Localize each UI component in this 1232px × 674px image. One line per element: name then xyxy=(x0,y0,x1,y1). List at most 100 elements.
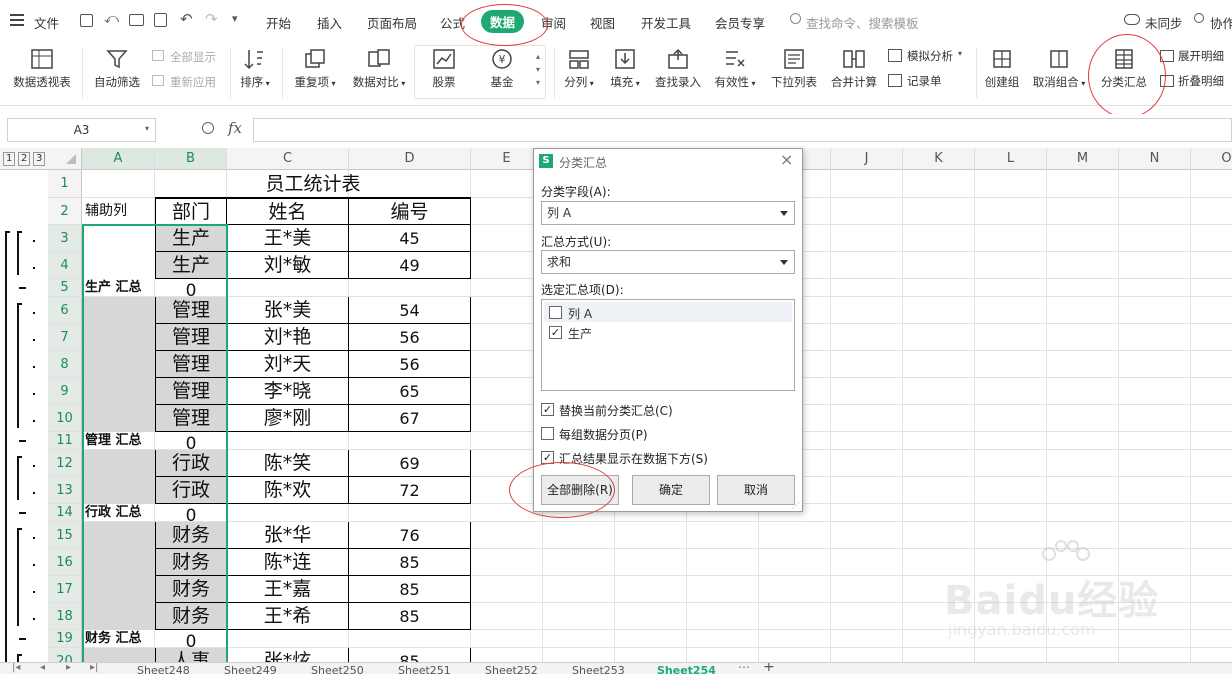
sheet-tab[interactable]: Sheet254 xyxy=(657,664,716,674)
name-cell[interactable]: 廖*刚 xyxy=(227,405,349,432)
name-cell[interactable]: 张*华 xyxy=(227,522,349,549)
row-header[interactable]: 10 xyxy=(48,405,82,432)
row-header[interactable]: 11 xyxy=(48,432,82,450)
record-form-button[interactable]: 记录单 xyxy=(907,73,942,89)
tab-0[interactable]: 开始 xyxy=(266,13,291,32)
fill-button[interactable]: 填充 ▾ xyxy=(606,48,644,90)
function-select[interactable]: 求和 xyxy=(541,250,795,274)
resize-grip-icon[interactable]: ⋰ xyxy=(792,501,800,510)
row-header[interactable]: 15 xyxy=(48,522,82,549)
column-header-j[interactable]: J xyxy=(831,148,903,170)
outline-level-3[interactable]: 3 xyxy=(33,152,46,166)
formula-input[interactable] xyxy=(253,118,1232,142)
sheet-tab[interactable]: Sheet250 xyxy=(311,664,364,674)
column-header-n[interactable]: N xyxy=(1119,148,1191,170)
redo-icon[interactable]: ↷ xyxy=(205,10,218,28)
name-cell[interactable]: 王*美 xyxy=(227,225,349,252)
expand-detail-button[interactable]: 展开明细 xyxy=(1178,48,1224,64)
validity-button[interactable]: 有效性 ▾ xyxy=(710,48,760,90)
next-sheet-icon[interactable]: ▸ xyxy=(66,663,71,673)
item-checkbox-production[interactable]: ✓ xyxy=(549,326,562,339)
id-cell[interactable]: 67 xyxy=(349,405,471,432)
sort-button[interactable]: 排序 ▾ xyxy=(236,48,274,90)
tab-7[interactable]: 开发工具 xyxy=(641,13,691,32)
search-command-input[interactable]: 查找命令、搜索模板 xyxy=(806,13,919,32)
row-header[interactable]: 2 xyxy=(48,198,82,225)
select-all-corner[interactable] xyxy=(48,148,82,170)
row-header[interactable]: 16 xyxy=(48,549,82,576)
column-header-c[interactable]: C xyxy=(227,148,349,170)
name-box[interactable]: A3 xyxy=(7,118,156,142)
sheet-tab[interactable]: Sheet249 xyxy=(224,664,277,674)
name-cell[interactable]: 张*美 xyxy=(227,297,349,324)
row-header[interactable]: 1 xyxy=(48,170,82,198)
row-header[interactable]: 20 xyxy=(48,648,82,662)
id-cell[interactable]: 85 xyxy=(349,576,471,603)
id-cell[interactable]: 65 xyxy=(349,378,471,405)
quick-access-dropdown-icon[interactable]: ▾ xyxy=(232,12,238,25)
name-cell[interactable]: 刘*敏 xyxy=(227,252,349,279)
name-cell[interactable]: 李*晓 xyxy=(227,378,349,405)
helper-column-header[interactable]: 辅助列 xyxy=(83,198,155,225)
row-header[interactable]: 3 xyxy=(48,225,82,252)
sync-status[interactable]: 未同步 xyxy=(1145,13,1183,32)
data-compare-button[interactable]: 数据对比 ▾ xyxy=(348,48,410,90)
outline-collapse-button[interactable] xyxy=(19,512,26,514)
more-sheets-icon[interactable]: ⋯ xyxy=(738,663,750,674)
row-header[interactable]: 12 xyxy=(48,450,82,477)
print-preview-icon[interactable] xyxy=(154,13,167,27)
undo-history-icon[interactable]: ⤺ xyxy=(104,11,119,27)
column-header-b[interactable]: B xyxy=(155,148,227,170)
row-header[interactable]: 4 xyxy=(48,252,82,279)
name-box-dropdown-icon[interactable]: ▾ xyxy=(145,124,149,133)
id-cell[interactable]: 69 xyxy=(349,450,471,477)
id-cell[interactable]: 54 xyxy=(349,297,471,324)
id-cell[interactable]: 45 xyxy=(349,225,471,252)
outline-level-1[interactable]: 1 xyxy=(3,152,16,166)
name-cell[interactable]: 王*嘉 xyxy=(227,576,349,603)
replace-current-checkbox[interactable]: ✓ xyxy=(541,403,554,416)
name-cell[interactable]: 陈*连 xyxy=(227,549,349,576)
name-cell[interactable]: 张*炫 xyxy=(227,648,349,662)
file-menu[interactable]: 文件 xyxy=(34,13,59,32)
column-header-a[interactable]: A xyxy=(82,148,155,170)
row-header[interactable]: 19 xyxy=(48,630,82,648)
tab-2[interactable]: 页面布局 xyxy=(367,13,417,32)
id-cell[interactable]: 85 xyxy=(349,603,471,630)
ungroup-button[interactable]: 取消组合 ▾ xyxy=(1030,48,1088,90)
row-header[interactable]: 7 xyxy=(48,324,82,351)
prev-sheet-icon[interactable]: ◂ xyxy=(40,663,45,673)
row-header[interactable]: 8 xyxy=(48,351,82,378)
id-cell[interactable]: 72 xyxy=(349,477,471,504)
collapse-detail-button[interactable]: 折叠明细 xyxy=(1178,73,1224,89)
column-header-o[interactable]: O xyxy=(1191,148,1232,170)
name-cell[interactable]: 刘*艳 xyxy=(227,324,349,351)
id-cell[interactable]: 76 xyxy=(349,522,471,549)
fx-icon[interactable]: fx xyxy=(228,119,242,137)
menu-icon[interactable] xyxy=(10,14,24,26)
show-all-button[interactable]: 全部显示 xyxy=(170,49,216,65)
group-by-select[interactable]: 列 A xyxy=(541,201,795,225)
subtotal-items-list[interactable]: 列 A ✓ 生产 xyxy=(541,299,795,391)
row-header[interactable]: 13 xyxy=(48,477,82,504)
sheet-tab[interactable]: Sheet248 xyxy=(137,664,190,674)
row-header[interactable]: 9 xyxy=(48,378,82,405)
dropdown-list-button[interactable]: 下拉列表 xyxy=(766,48,822,90)
cancel-button[interactable]: 取消 xyxy=(717,475,795,505)
stock-button[interactable]: 股票 xyxy=(420,48,468,90)
page-break-checkbox[interactable] xyxy=(541,427,554,440)
id-cell[interactable]: 85 xyxy=(349,549,471,576)
what-if-analysis-button[interactable]: 模拟分析 xyxy=(907,48,953,64)
fund-button[interactable]: ¥ 基金 xyxy=(478,48,526,90)
pivot-table-button[interactable]: 数据透视表 xyxy=(10,48,74,90)
save-icon[interactable] xyxy=(80,14,93,27)
collaborator-icon[interactable] xyxy=(1194,13,1204,23)
reapply-button[interactable]: 重新应用 xyxy=(170,74,216,90)
split-column-button[interactable]: 分列 ▾ xyxy=(560,48,598,90)
column-header-k[interactable]: K xyxy=(903,148,975,170)
duplicates-button[interactable]: 重复项 ▾ xyxy=(290,48,340,90)
list-item[interactable]: 列 A xyxy=(544,302,792,322)
id-cell[interactable]: 85 xyxy=(349,648,471,662)
add-sheet-icon[interactable]: + xyxy=(763,663,775,674)
table-header-1[interactable]: 姓名 xyxy=(227,198,349,225)
